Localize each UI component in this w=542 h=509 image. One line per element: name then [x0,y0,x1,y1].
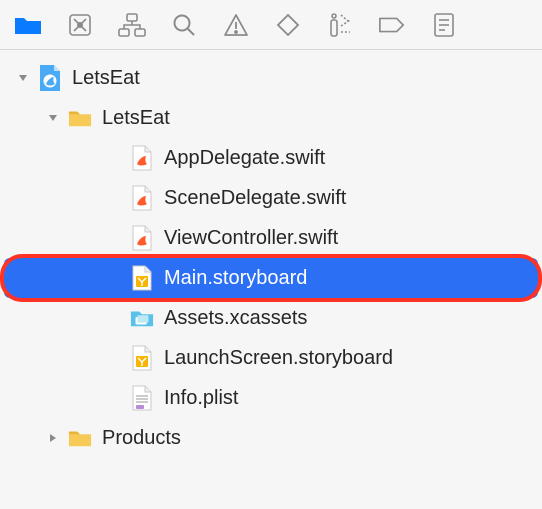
project-navigator-tree: LetsEat LetsEat AppDelegate.swift SceneD… [0,50,542,458]
assets-folder-icon [130,304,154,332]
tree-item-file[interactable]: Info.plist [0,378,542,418]
source-control-tab[interactable] [66,11,94,39]
app-icon [38,64,62,92]
tree-item-label: Assets.xcassets [164,307,307,330]
symbol-navigator-tab[interactable] [118,11,146,39]
tree-item-file[interactable]: LaunchScreen.storyboard [0,338,542,378]
tree-item-label: AppDelegate.swift [164,147,325,170]
find-navigator-tab[interactable] [170,11,198,39]
tree-item-label: LetsEat [72,67,140,90]
report-navigator-tab[interactable] [430,11,458,39]
tree-item-file[interactable]: ViewController.swift [0,218,542,258]
tree-item-label: Main.storyboard [164,267,307,290]
storyboard-file-icon [130,344,154,372]
tree-item-group[interactable]: LetsEat [0,98,542,138]
tree-item-label: Info.plist [164,387,238,410]
tree-item-label: LaunchScreen.storyboard [164,347,393,370]
swift-file-icon [130,224,154,252]
tree-item-group[interactable]: Products [0,418,542,458]
test-navigator-tab[interactable] [274,11,302,39]
tree-item-file[interactable]: AppDelegate.swift [0,138,542,178]
disclosure-triangle-icon[interactable] [46,111,60,125]
tree-item-label: SceneDelegate.swift [164,187,346,210]
issue-navigator-tab[interactable] [222,11,250,39]
disclosure-triangle-icon[interactable] [16,71,30,85]
tree-item-label: ViewController.swift [164,227,338,250]
folder-icon [68,104,92,132]
plist-file-icon [130,384,154,412]
debug-navigator-tab[interactable] [326,11,354,39]
tree-item-file-selected[interactable]: Main.storyboard [0,258,542,298]
tree-item-label: Products [102,427,181,450]
disclosure-triangle-icon[interactable] [46,431,60,445]
navigator-toolbar [0,0,542,50]
folder-navigator-tab[interactable] [14,11,42,39]
folder-icon [68,424,92,452]
breakpoint-navigator-tab[interactable] [378,11,406,39]
storyboard-file-icon [130,264,154,292]
tree-item-file[interactable]: Assets.xcassets [0,298,542,338]
tree-item-project[interactable]: LetsEat [0,58,542,98]
tree-item-file[interactable]: SceneDelegate.swift [0,178,542,218]
tree-item-label: LetsEat [102,107,170,130]
swift-file-icon [130,184,154,212]
swift-file-icon [130,144,154,172]
